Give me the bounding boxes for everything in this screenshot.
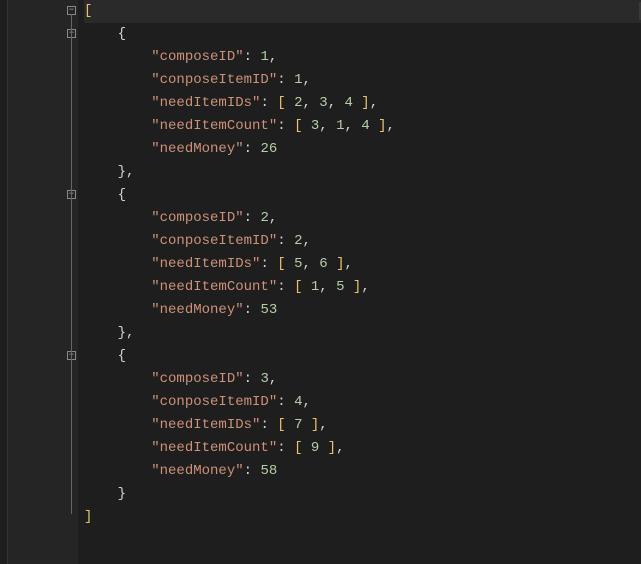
code-line: "conposeItemID": 2,	[84, 230, 641, 253]
code-line: "composeID": 3,	[84, 368, 641, 391]
code-line: },	[84, 161, 641, 184]
code-line: "needItemIDs": [ 7 ],	[84, 414, 641, 437]
code-line: },	[84, 322, 641, 345]
fold-guide-line	[71, 14, 72, 514]
code-editor[interactable]: [ { "composeID": 1, "conposeItemID": 1, …	[78, 0, 641, 564]
code-line: "needItemCount": [ 9 ],	[84, 437, 641, 460]
code-line: "conposeItemID": 1,	[84, 69, 641, 92]
code-line: "needItemCount": [ 1, 5 ],	[84, 276, 641, 299]
code-line: "needItemCount": [ 3, 1, 4 ],	[84, 115, 641, 138]
code-line: "needItemIDs": [ 2, 3, 4 ],	[84, 92, 641, 115]
editor-gutter: − − − −	[8, 0, 78, 564]
code-line: {	[84, 184, 641, 207]
code-line: ]	[84, 506, 641, 529]
code-line: {	[84, 345, 641, 368]
code-line: "composeID": 2,	[84, 207, 641, 230]
editor-left-margin	[0, 0, 8, 564]
code-line: {	[84, 23, 641, 46]
code-line: "needMoney": 26	[84, 138, 641, 161]
code-line: "needMoney": 58	[84, 460, 641, 483]
code-line: [	[84, 0, 641, 23]
code-line: }	[84, 483, 641, 506]
code-line: "conposeItemID": 4,	[84, 391, 641, 414]
code-line: "needItemIDs": [ 5, 6 ],	[84, 253, 641, 276]
code-line: "composeID": 1,	[84, 46, 641, 69]
code-line: "needMoney": 53	[84, 299, 641, 322]
